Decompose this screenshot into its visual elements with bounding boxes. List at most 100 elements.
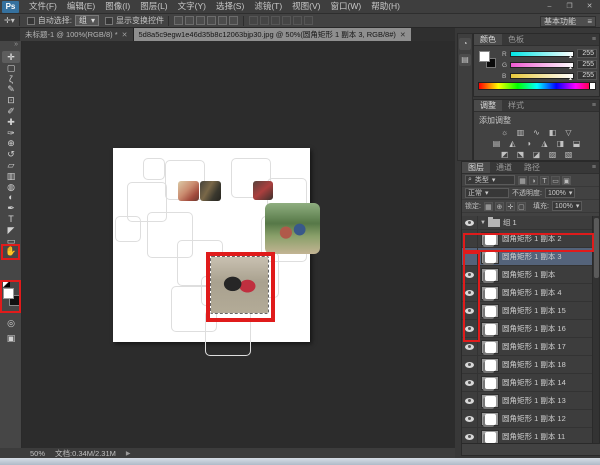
color-tab-1[interactable]: 颜色 <box>474 34 502 45</box>
layer-filter-dropdown[interactable]: ⌕ 类型 ▾ <box>465 175 515 185</box>
layer-filter-icon[interactable]: ▦ <box>518 176 527 185</box>
close-icon[interactable]: ✕ <box>122 31 128 39</box>
status-options-arrow[interactable]: ▶ <box>126 450 131 457</box>
menu-7[interactable]: 滤镜(T) <box>249 0 287 13</box>
document-tab-active[interactable]: 5d8a5c9egw1e46d35b8c12063bjp30.jpg @ 50%… <box>134 28 411 41</box>
adjustment-icon[interactable]: ◨ <box>555 139 567 149</box>
tool-preset-caret[interactable]: ▾ <box>11 16 15 25</box>
adjustment-icon[interactable]: ◮ <box>539 139 551 149</box>
adjust-menu-icon[interactable]: ≡ <box>592 100 599 111</box>
visibility-toggle[interactable] <box>462 266 478 283</box>
opacity-field[interactable]: 100% ▾ <box>545 188 575 198</box>
document-tab-untitled[interactable]: 未标题-1 @ 100%(RGB/8) * ✕ <box>20 28 134 41</box>
adjustment-icon[interactable]: ◩ <box>499 150 511 160</box>
color-spectrum-ramp[interactable] <box>478 82 596 90</box>
layer-row[interactable]: 圆角矩形 1 副本 12 <box>462 410 593 428</box>
visibility-toggle[interactable] <box>462 392 478 409</box>
align-icon[interactable] <box>229 16 238 25</box>
layers-menu-icon[interactable]: ≡ <box>592 162 599 173</box>
layer-group-row[interactable]: ▼组 1 <box>462 216 593 230</box>
visibility-toggle[interactable] <box>462 216 478 229</box>
adjustment-icon[interactable]: ⬔ <box>515 150 527 160</box>
zoom-level-field[interactable]: 50% <box>30 449 45 458</box>
align-icon[interactable] <box>218 16 227 25</box>
history-panel-icon[interactable]: ◔ <box>459 38 471 50</box>
adjust-tab-2[interactable]: 样式 <box>502 100 530 111</box>
foreground-color-preview[interactable] <box>479 51 490 62</box>
channel-slider-B[interactable]: ▲ <box>510 73 574 79</box>
menu-4[interactable]: 图层(L) <box>135 0 172 13</box>
adjustment-icon[interactable]: ▨ <box>547 150 559 160</box>
auto-select-checkbox[interactable] <box>27 17 35 25</box>
minimize-button[interactable]: – <box>543 2 556 11</box>
adjustment-icon[interactable]: ☼ <box>499 128 511 138</box>
layer-row[interactable]: 圆角矩形 1 副本 15 <box>462 302 593 320</box>
screen-mode-button[interactable]: ▣ <box>2 332 20 344</box>
menu-5[interactable]: 文字(Y) <box>173 0 211 13</box>
menu-6[interactable]: 选择(S) <box>211 0 249 13</box>
properties-panel-icon[interactable]: ▤ <box>459 54 471 66</box>
align-icon[interactable] <box>207 16 216 25</box>
visibility-toggle[interactable] <box>462 284 478 301</box>
adjustment-icon[interactable]: ◭ <box>507 139 519 149</box>
layer-row[interactable]: 圆角矩形 1 副本 4 <box>462 284 593 302</box>
lock-icon[interactable]: ✛ <box>506 202 515 211</box>
canvas-area[interactable] <box>22 41 455 448</box>
adjustment-icon[interactable]: ◧ <box>547 128 559 138</box>
adjustment-icon[interactable]: ⬓ <box>571 139 583 149</box>
adjustment-icon[interactable]: ▤ <box>491 139 503 149</box>
visibility-toggle[interactable] <box>462 374 478 391</box>
adjustment-icon[interactable]: ▽ <box>563 128 575 138</box>
channel-value-R[interactable]: 255 <box>577 49 597 58</box>
photo-group-small[interactable] <box>200 181 221 201</box>
menu-10[interactable]: 帮助(H) <box>366 0 405 13</box>
distribute-icon[interactable] <box>282 16 291 25</box>
document-canvas[interactable] <box>113 148 310 342</box>
channel-slider-R[interactable]: ▲ <box>510 51 574 57</box>
layer-row[interactable]: 圆角矩形 1 副本 14 <box>462 374 593 392</box>
collapse-toolbar-button[interactable]: » <box>0 41 21 49</box>
visibility-toggle[interactable] <box>462 356 478 373</box>
visibility-toggle[interactable] <box>462 410 478 427</box>
expand-triangle-icon[interactable]: ▼ <box>480 220 486 226</box>
distribute-icon[interactable] <box>271 16 280 25</box>
align-icon[interactable] <box>185 16 194 25</box>
adjust-tab-1[interactable]: 调整 <box>474 100 502 111</box>
menu-3[interactable]: 图像(I) <box>100 0 135 13</box>
workspace-switcher[interactable]: 基本功能 ≡ <box>540 16 596 27</box>
adjustment-icon[interactable]: ▥ <box>515 128 527 138</box>
lock-icon[interactable]: ⊕ <box>495 202 504 211</box>
color-tab-2[interactable]: 色板 <box>502 34 530 45</box>
menu-1[interactable]: 文件(F) <box>24 0 62 13</box>
layer-row[interactable]: 圆角矩形 1 副本 2 <box>462 230 593 248</box>
visibility-toggle[interactable] <box>462 230 478 247</box>
color-menu-icon[interactable]: ≡ <box>592 34 599 45</box>
photo-dark-small[interactable] <box>253 181 273 200</box>
distribute-icon[interactable] <box>293 16 302 25</box>
visibility-toggle[interactable] <box>462 248 478 265</box>
visibility-toggle[interactable] <box>462 338 478 355</box>
distribute-icon[interactable] <box>249 16 258 25</box>
layer-row[interactable]: 圆角矩形 1 副本 <box>462 266 593 284</box>
photo-two-women[interactable] <box>265 203 320 254</box>
layer-row[interactable]: 圆角矩形 1 副本 16 <box>462 320 593 338</box>
layer-filter-icon[interactable]: ▣ <box>562 176 571 185</box>
lock-icon[interactable]: ▦ <box>484 202 493 211</box>
visibility-toggle[interactable] <box>462 302 478 319</box>
close-icon[interactable]: ✕ <box>400 31 406 39</box>
adjustment-icon[interactable]: ◑ <box>523 139 535 149</box>
layers-tab-3[interactable]: 路径 <box>518 162 546 173</box>
align-icon[interactable] <box>174 16 183 25</box>
layer-filter-icon[interactable]: ▭ <box>551 176 560 185</box>
layers-tab-2[interactable]: 通道 <box>490 162 518 173</box>
slider-thumb[interactable]: ▲ <box>568 65 573 71</box>
photo-family-small[interactable] <box>178 181 199 201</box>
layer-row[interactable]: 圆角矩形 1 副本 13 <box>462 392 593 410</box>
channel-slider-G[interactable]: ▲ <box>510 62 574 68</box>
layer-row[interactable]: 圆角矩形 1 副本 17 <box>462 338 593 356</box>
blend-mode-dropdown[interactable]: 正常 ▾ <box>465 188 509 198</box>
menu-8[interactable]: 视图(V) <box>287 0 325 13</box>
adjustment-icon[interactable]: ∿ <box>531 128 543 138</box>
auto-select-target-dropdown[interactable]: 组 ▾ <box>75 15 99 26</box>
menu-2[interactable]: 编辑(E) <box>62 0 100 13</box>
